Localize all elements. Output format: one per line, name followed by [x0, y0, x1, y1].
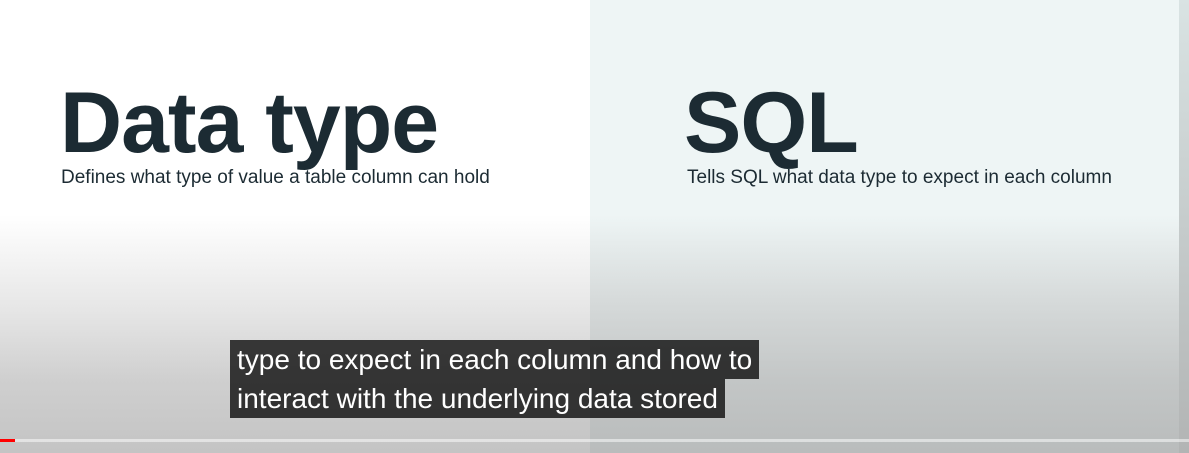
- sql-description: Tells SQL what data type to expect in ea…: [687, 167, 1112, 188]
- data-type-description: Defines what type of value a table colum…: [61, 167, 490, 188]
- subtitle-caption: type to expect in each column and how to…: [230, 340, 760, 418]
- caption-line: type to expect in each column and how to: [230, 340, 760, 379]
- caption-line: interact with the underlying data stored: [230, 379, 725, 418]
- video-progress-bar[interactable]: [0, 439, 1189, 442]
- sql-heading: SQL: [684, 75, 859, 171]
- video-frame[interactable]: Data type Defines what type of value a t…: [0, 0, 1189, 453]
- video-progress-fill: [0, 439, 16, 442]
- slide-right-edge: [1179, 0, 1189, 453]
- data-type-heading: Data type: [60, 75, 439, 171]
